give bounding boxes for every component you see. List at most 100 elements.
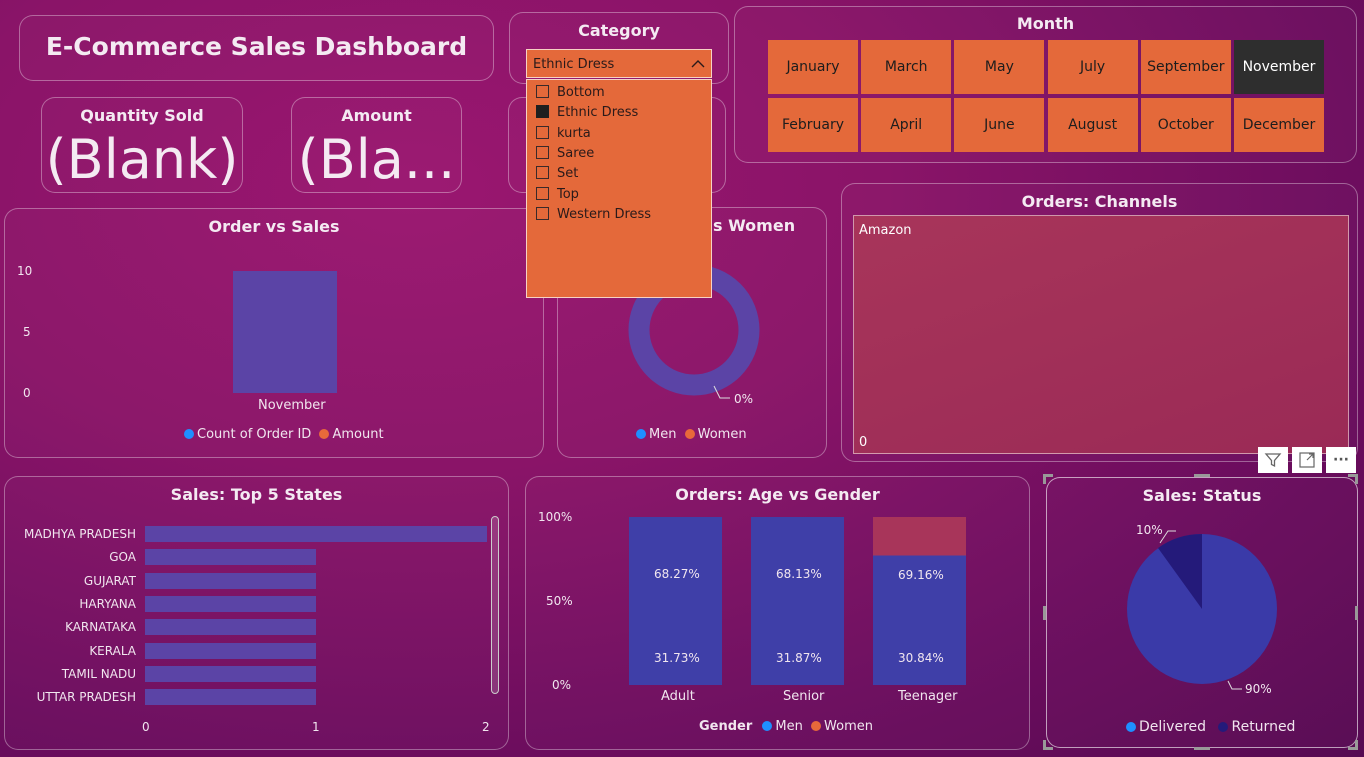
selection-handle-left[interactable] bbox=[1043, 606, 1046, 620]
category-option-ethnic-dress[interactable]: Ethnic Dress bbox=[536, 105, 638, 120]
checkbox-icon[interactable] bbox=[536, 85, 549, 98]
ovs-ytick-10: 10 bbox=[17, 264, 33, 278]
ovs-legend: Count of Order ID Amount bbox=[184, 427, 384, 442]
legend-dot-men bbox=[636, 429, 646, 439]
selection-handle-right[interactable] bbox=[1355, 606, 1358, 620]
state-label: GOA bbox=[109, 550, 136, 565]
month-button-november[interactable]: November bbox=[1234, 40, 1324, 94]
age-ytick-50: 50% bbox=[546, 594, 573, 608]
states-xtick-1: 1 bbox=[312, 720, 320, 734]
men-vs-women-title: s Women bbox=[713, 216, 796, 235]
kpi-amount-label: Amount bbox=[341, 106, 412, 125]
checkbox-icon[interactable] bbox=[536, 105, 549, 119]
month-button-september[interactable]: September bbox=[1140, 40, 1231, 94]
ovs-category-label: November bbox=[258, 398, 326, 413]
month-button-june[interactable]: June bbox=[954, 98, 1045, 152]
selection-handle-br[interactable] bbox=[1348, 740, 1358, 750]
age-bar-men-label: 69.16% bbox=[898, 568, 944, 582]
category-option-kurta[interactable]: kurta bbox=[536, 125, 591, 141]
ovs-ytick-0: 0 bbox=[23, 386, 31, 400]
category-option-set[interactable]: Set bbox=[536, 166, 578, 181]
state-bar[interactable] bbox=[145, 526, 487, 542]
age-bar-men-label: 68.27% bbox=[654, 567, 700, 581]
selection-handle-bl[interactable] bbox=[1043, 740, 1053, 750]
category-slicer-title: Category bbox=[578, 21, 660, 40]
selection-handle-top[interactable] bbox=[1194, 474, 1210, 477]
legend-dot-delivered bbox=[1126, 722, 1136, 732]
order-vs-sales-title: Order vs Sales bbox=[208, 217, 340, 236]
more-options-icon[interactable]: ··· bbox=[1326, 447, 1356, 473]
ovs-ytick-5: 5 bbox=[23, 325, 31, 339]
pie-label-returned: 10% bbox=[1136, 523, 1163, 537]
category-option-western-dress[interactable]: Western Dress bbox=[536, 206, 651, 222]
filter-icon[interactable] bbox=[1258, 447, 1288, 473]
legend-orders-label: Count of Order ID bbox=[197, 427, 312, 442]
category-dropdown[interactable]: Ethnic Dress bbox=[526, 49, 712, 78]
month-button-april[interactable]: April bbox=[861, 98, 952, 152]
age-gender-legend: Gender Men Women bbox=[699, 719, 873, 734]
age-category-label: Senior bbox=[783, 689, 825, 704]
channels-treemap-tile[interactable]: Amazon 0 bbox=[853, 215, 1349, 454]
state-bar[interactable] bbox=[145, 689, 316, 706]
category-option-label: kurta bbox=[557, 125, 591, 141]
checkbox-icon[interactable] bbox=[536, 186, 549, 200]
state-label: UTTAR PRADESH bbox=[36, 690, 136, 705]
category-option-label: Saree bbox=[557, 145, 595, 161]
legend-delivered-label: Delivered bbox=[1139, 719, 1207, 735]
chevron-up-icon[interactable] bbox=[691, 59, 705, 69]
status-title: Sales: Status bbox=[1142, 486, 1262, 505]
state-bar[interactable] bbox=[145, 572, 316, 589]
kpi-amount-value: (Bla... bbox=[297, 128, 456, 191]
category-option-saree[interactable]: Saree bbox=[536, 145, 595, 161]
selection-handle-tr[interactable] bbox=[1348, 474, 1358, 484]
status-pie[interactable] bbox=[1120, 527, 1290, 697]
age-ytick-100: 100% bbox=[538, 510, 573, 524]
states-xtick-2: 2 bbox=[482, 720, 490, 734]
status-legend: Delivered Returned bbox=[1126, 719, 1295, 735]
state-bar[interactable] bbox=[145, 595, 316, 612]
category-option-top[interactable]: Top bbox=[536, 186, 579, 202]
legend-age-men-label: Men bbox=[775, 719, 803, 734]
state-bar[interactable] bbox=[145, 642, 316, 659]
legend-women-label: Women bbox=[697, 427, 747, 442]
month-button-february[interactable]: February bbox=[768, 98, 858, 152]
month-button-may[interactable]: May bbox=[954, 40, 1045, 94]
selection-handle-bottom[interactable] bbox=[1194, 747, 1210, 750]
kpi-amount-card: Amount (Bla... bbox=[291, 97, 462, 193]
age-bar-men-label: 68.13% bbox=[776, 567, 822, 581]
state-label: TAMIL NADU bbox=[61, 666, 136, 681]
kpi-quantity-value: (Blank) bbox=[45, 128, 239, 191]
legend-returned-label: Returned bbox=[1231, 719, 1296, 735]
selection-handle-tl[interactable] bbox=[1043, 474, 1053, 484]
legend-dot-amount bbox=[319, 429, 330, 439]
dashboard-title: E-Commerce Sales Dashboard bbox=[45, 32, 468, 61]
state-bar[interactable] bbox=[145, 665, 316, 682]
legend-age-women-label: Women bbox=[824, 719, 873, 734]
legend-dot-returned bbox=[1218, 722, 1229, 732]
month-button-january[interactable]: January bbox=[768, 40, 858, 94]
checkbox-icon[interactable] bbox=[536, 125, 549, 139]
checkbox-icon[interactable] bbox=[536, 206, 549, 220]
category-option-label: Ethnic Dress bbox=[557, 105, 639, 121]
month-button-december[interactable]: December bbox=[1234, 98, 1324, 152]
month-slicer-title: Month bbox=[1016, 14, 1075, 33]
month-button-march[interactable]: March bbox=[861, 40, 952, 94]
checkbox-icon[interactable] bbox=[536, 166, 549, 180]
legend-dot-orders bbox=[184, 429, 194, 439]
month-button-august[interactable]: August bbox=[1047, 98, 1138, 152]
donut-data-label: 0% bbox=[734, 392, 754, 406]
ovs-bar-november[interactable] bbox=[233, 271, 337, 393]
channel-tile-label: Amazon bbox=[859, 223, 912, 238]
state-bar[interactable] bbox=[145, 619, 316, 636]
focus-mode-icon[interactable] bbox=[1292, 447, 1322, 473]
month-button-july[interactable]: July bbox=[1047, 40, 1138, 94]
month-button-october[interactable]: October bbox=[1140, 98, 1231, 152]
channel-tile-value: 0 bbox=[859, 435, 868, 450]
legend-amount-label: Amount bbox=[332, 427, 384, 442]
legend-dot-women bbox=[684, 429, 695, 439]
category-option-bottom[interactable]: Bottom bbox=[536, 85, 605, 100]
legend-men-label: Men bbox=[649, 427, 677, 442]
state-bar[interactable] bbox=[145, 549, 316, 566]
states-scrollbar[interactable] bbox=[491, 516, 499, 694]
checkbox-icon[interactable] bbox=[536, 145, 549, 159]
